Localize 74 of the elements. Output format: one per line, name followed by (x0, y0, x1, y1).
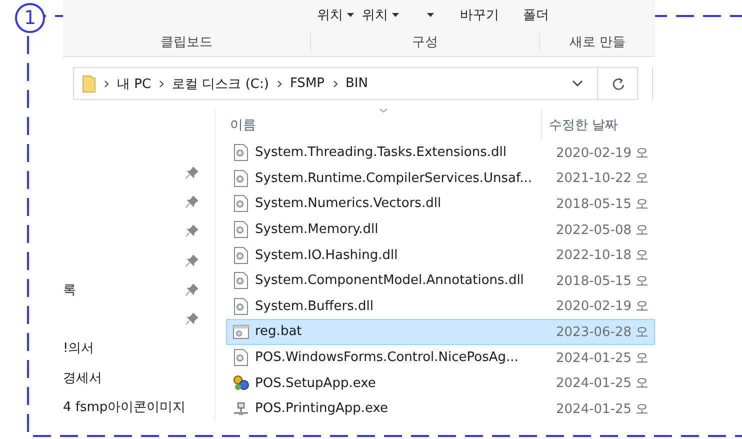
chevron-right-icon (276, 80, 282, 88)
file-date: 2020-02-19 오 (555, 298, 649, 316)
gear-document-icon (234, 170, 248, 187)
sidebar-item[interactable]: !의서 (63, 339, 94, 358)
breadcrumb[interactable]: 내 PC (117, 74, 152, 92)
file-date: 2020-02-19 오 (555, 144, 649, 162)
file-row[interactable]: POS.SetupApp.exe 2024-01-25 오 (226, 370, 655, 396)
file-name: POS.PrintingApp.exe (255, 401, 390, 416)
file-row[interactable]: System.Numerics.Vectors.dll 2018-05-15 오 (226, 191, 655, 217)
file-name: System.Buffers.dll (255, 298, 374, 314)
ribbon-group-label: 새로 만들 (568, 34, 627, 51)
file-date: 2024-01-25 오 (555, 350, 649, 367)
gear-document-icon (234, 349, 248, 366)
sidebar-item[interactable]: 록 (63, 280, 76, 299)
sidebar-item[interactable]: 경세서 (63, 368, 102, 387)
refresh-icon[interactable] (612, 76, 625, 90)
ribbon-button[interactable]: 폴더 (519, 4, 553, 26)
file-row[interactable]: System.ComponentModel.Annotations.dll 2018-05-15 오 (226, 268, 655, 294)
file-row[interactable]: System.Threading.Tasks.Extensions.dll 2020-02-19 오 (226, 140, 655, 166)
ribbon-group-label: 구성 (310, 33, 540, 51)
sort-caret-icon (379, 108, 388, 113)
file-date: 2022-05-08 오 (555, 222, 649, 239)
file-name: System.Runtime.CompilerServices.Unsaf... (255, 170, 534, 186)
ribbon-button[interactable]: 바꾸기 (456, 4, 503, 26)
gear-document-icon (234, 221, 248, 238)
gear-document-icon (234, 298, 248, 315)
address-bar[interactable]: 내 PC 로컬 디스크 (C:) FSMP BIN (73, 67, 638, 100)
gear-document-icon (234, 195, 248, 212)
breadcrumb[interactable]: 로컬 디스크 (C:) (172, 74, 269, 92)
gear-document-icon (234, 272, 248, 290)
file-row[interactable]: System.IO.Hashing.dll 2022-10-18 오 (226, 242, 655, 268)
setup-program-icon (232, 375, 250, 392)
file-date: 2018-05-15 오 (555, 196, 649, 213)
file-name: System.ComponentModel.Annotations.dll (255, 273, 525, 288)
ribbon-dropdown-button[interactable]: 위치 (313, 4, 358, 26)
file-row[interactable]: System.Memory.dll 2022-05-08 오 (226, 216, 655, 242)
gear-document-icon (234, 246, 248, 264)
folder-icon (82, 74, 96, 92)
caret-icon (347, 13, 354, 17)
file-row[interactable]: System.Buffers.dll 2020-02-19 오 (226, 294, 655, 320)
step-number-badge: 1 (15, 3, 45, 33)
file-date: 2024-01-25 오 (555, 375, 649, 392)
file-name: POS.SetupApp.exe (255, 376, 377, 391)
file-row[interactable]: reg.bat 2023-06-28 오 (226, 319, 655, 345)
file-row[interactable]: POS.WindowsForms.Control.NicePosAg... 2024-01-25 오 (226, 344, 655, 370)
file-name: System.Memory.dll (255, 222, 380, 238)
file-row[interactable]: System.Runtime.CompilerServices.Unsaf... 2021-10-22 오 (226, 166, 655, 192)
file-name: System.Threading.Tasks.Extensions.dll (255, 145, 508, 160)
file-date: 2021-10-22 오 (555, 170, 649, 188)
file-name: reg.bat (255, 324, 303, 340)
file-date: 2024-01-25 오 (555, 400, 649, 418)
file-name: POS.WindowsForms.Control.NicePosAg... (255, 350, 520, 366)
ribbon-group-label: 클립보드 (63, 33, 311, 51)
gear-document-icon (234, 144, 248, 162)
sidebar-item[interactable]: 4 fsmp아이콘이미지 (63, 398, 186, 416)
breadcrumb[interactable]: BIN (346, 76, 368, 91)
column-header[interactable]: 수정한 날짜 (541, 110, 618, 140)
file-date: 2022-10-18 오 (555, 247, 649, 264)
file-row[interactable]: POS.PrintingApp.exe 2024-01-25 오 (226, 396, 655, 422)
chevron-down-icon[interactable] (572, 80, 583, 87)
file-name: System.Numerics.Vectors.dll (255, 196, 442, 212)
ribbon-dropdown-button[interactable]: 위치 (358, 4, 403, 26)
file-date: 2018-05-15 오 (555, 272, 649, 290)
network-computer-icon (233, 402, 249, 416)
breadcrumb[interactable]: FSMP (290, 76, 324, 91)
chevron-right-icon (104, 80, 109, 88)
chevron-right-icon (332, 80, 338, 88)
caret-icon (392, 13, 399, 17)
caret-icon (427, 13, 434, 17)
gear-window-icon (233, 324, 249, 339)
column-header[interactable]: 이름 (226, 116, 541, 134)
chevron-right-icon (159, 80, 164, 88)
file-date: 2023-06-28 오 (555, 324, 649, 341)
file-name: System.IO.Hashing.dll (255, 248, 399, 263)
